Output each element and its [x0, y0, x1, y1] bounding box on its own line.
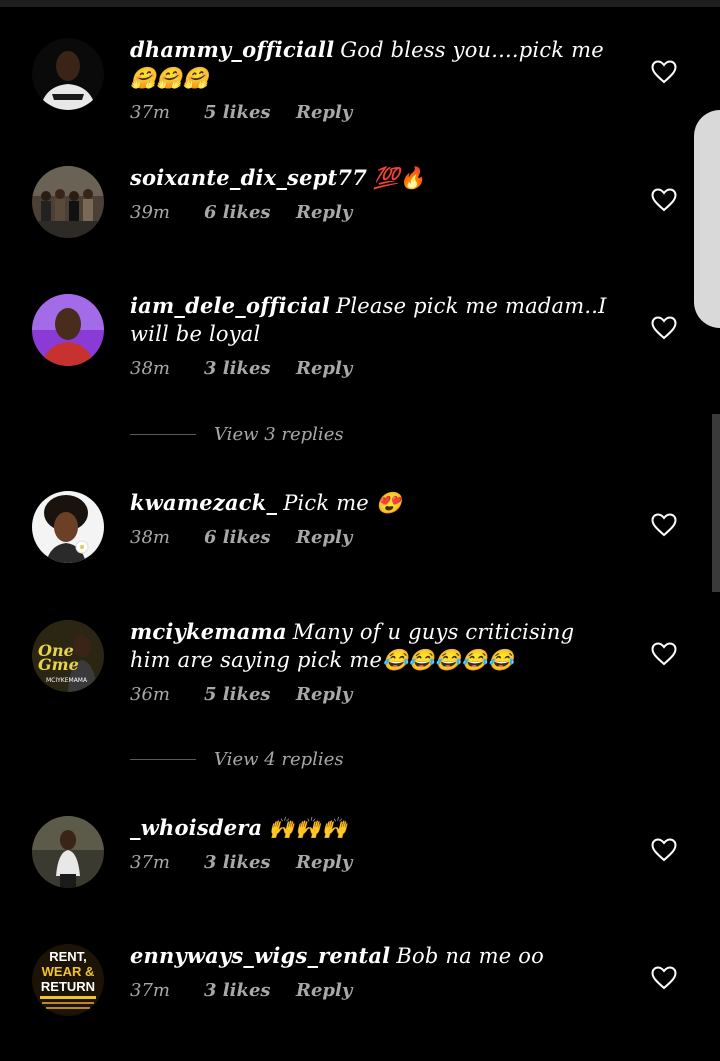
comment-likes[interactable]: 5 likes [204, 102, 296, 123]
replies-divider [130, 433, 196, 435]
comment-username[interactable]: _whoisdera [130, 815, 262, 840]
comment-text-line: _whoisdera 🙌🙌🙌 [130, 814, 610, 842]
reply-button[interactable]: Reply [296, 358, 352, 379]
reply-button[interactable]: Reply [296, 527, 352, 548]
comment-likes[interactable]: 3 likes [204, 980, 296, 1001]
comment-meta: 39m 6 likes Reply [130, 202, 610, 223]
comment-meta: 38m 3 likes Reply [130, 358, 610, 379]
comment-time: 38m [130, 358, 170, 379]
avatar-image: One Gme MCIYKEMAMA [32, 620, 104, 692]
avatar[interactable] [32, 294, 104, 366]
avatar-logo-line1: RENT, [49, 949, 87, 964]
avatar[interactable] [32, 491, 104, 563]
avatar-image [32, 166, 104, 238]
comment-meta: 36m 5 likes Reply [130, 684, 610, 705]
view-replies-button[interactable]: View 4 replies [130, 745, 430, 773]
comment-username[interactable]: iam_dele_official [130, 293, 330, 318]
scrollbar-thumb[interactable] [712, 414, 720, 592]
avatar-logo-line3: MCIYKEMAMA [46, 677, 88, 684]
comment-time: 37m [130, 980, 170, 1001]
comments-list: dhammy_officiall God bless you....pick me… [0, 0, 720, 1061]
comment-meta: 38m 6 likes Reply [130, 527, 610, 548]
comment-text: 🙌🙌🙌 [268, 816, 348, 840]
view-replies-label[interactable]: View 4 replies [214, 749, 344, 770]
view-replies-label[interactable]: View 3 replies [214, 424, 344, 445]
avatar[interactable]: One Gme MCIYKEMAMA [32, 620, 104, 692]
heart-outline-icon[interactable] [651, 60, 677, 84]
avatar[interactable] [32, 816, 104, 888]
avatar[interactable]: RENT, WEAR & RETURN [32, 944, 104, 1016]
comment-username[interactable]: kwamezack_ [130, 490, 277, 515]
replies-divider [130, 758, 196, 760]
reply-button[interactable]: Reply [296, 102, 352, 123]
comment-text-line: soixante_dix_sept77 💯🔥 [130, 164, 610, 192]
comment-likes[interactable]: 6 likes [204, 527, 296, 548]
heart-outline-icon[interactable] [651, 316, 677, 340]
comment-time: 37m [130, 102, 170, 123]
heart-outline-icon[interactable] [651, 188, 677, 212]
avatar-image [32, 294, 104, 366]
comment-meta: 37m 3 likes Reply [130, 852, 610, 873]
comment-time: 36m [130, 684, 170, 705]
comment-username[interactable]: mciykemama [130, 619, 287, 644]
avatar[interactable] [32, 38, 104, 110]
comment-text: 💯🔥 [373, 166, 426, 190]
comment-text-line: dhammy_officiall God bless you....pick me… [130, 36, 610, 92]
comment-time: 39m [130, 202, 170, 223]
comment-text-line: ennyways_wigs_rental Bob na me oo [130, 942, 610, 970]
avatar-logo-line3: RETURN [41, 979, 95, 994]
view-replies-button[interactable]: View 3 replies [130, 420, 430, 448]
comment-text: Bob na me oo [396, 944, 544, 968]
reply-button[interactable]: Reply [296, 852, 352, 873]
reply-button[interactable]: Reply [296, 980, 352, 1001]
comment-text: Pick me 😍 [283, 491, 403, 515]
avatar-image [32, 816, 104, 888]
edge-side-panel[interactable] [694, 110, 720, 328]
comment-username[interactable]: dhammy_officiall [130, 37, 334, 62]
comment-time: 38m [130, 527, 170, 548]
comment-likes[interactable]: 5 likes [204, 684, 296, 705]
comment-meta: 37m 5 likes Reply [130, 102, 610, 123]
comment-text-line: mciykemama Many of u guys criticising him… [130, 618, 610, 674]
heart-outline-icon[interactable] [651, 642, 677, 666]
comment-likes[interactable]: 3 likes [204, 358, 296, 379]
comment-text-line: iam_dele_official Please pick me madam..I… [130, 292, 610, 348]
avatar-logo-line2: WEAR & [42, 964, 95, 979]
comment-likes[interactable]: 6 likes [204, 202, 296, 223]
comment-username[interactable]: soixante_dix_sept77 [130, 165, 367, 190]
heart-outline-icon[interactable] [651, 513, 677, 537]
avatar-image [32, 491, 104, 563]
comment-time: 37m [130, 852, 170, 873]
heart-outline-icon[interactable] [651, 838, 677, 862]
comment-likes[interactable]: 3 likes [204, 852, 296, 873]
avatar-logo-line2: Gme [38, 655, 79, 674]
reply-button[interactable]: Reply [296, 202, 352, 223]
heart-outline-icon[interactable] [651, 966, 677, 990]
avatar-image: RENT, WEAR & RETURN [32, 944, 104, 1016]
reply-button[interactable]: Reply [296, 684, 352, 705]
avatar-image [32, 38, 104, 110]
comment-text-line: kwamezack_ Pick me 😍 [130, 489, 610, 517]
comment-username[interactable]: ennyways_wigs_rental [130, 943, 390, 968]
avatar[interactable] [32, 166, 104, 238]
comment-meta: 37m 3 likes Reply [130, 980, 610, 1001]
